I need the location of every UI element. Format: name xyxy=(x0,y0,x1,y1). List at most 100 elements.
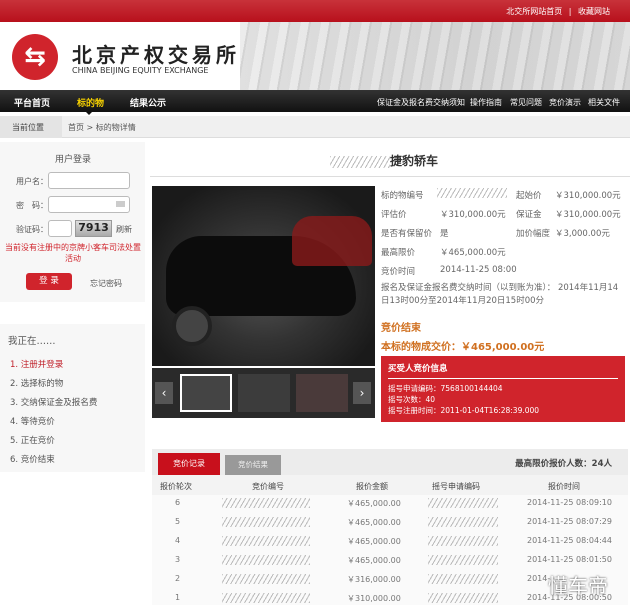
round-cell: 5 xyxy=(175,517,181,526)
refresh-captcha-link[interactable]: 刷新 xyxy=(116,224,132,235)
round-cell: 1 xyxy=(175,593,181,602)
winner-info-box: 买受人竞价信息 摇号申请编码：7568100144404 摇号次数：40 摇号注… xyxy=(381,356,625,422)
round-cell: 2 xyxy=(175,574,181,583)
amount-cell: ￥310,000.00 xyxy=(347,594,401,603)
breadcrumb-path[interactable]: 首页 > 标的物详情 xyxy=(68,122,136,133)
final-price: 本标的物成交价：￥465,000.00元 xyxy=(381,342,545,353)
redacted-cell xyxy=(222,498,310,508)
winner-registered: 摇号注册时间：2011-01-04T16:28:39.000 xyxy=(388,406,540,415)
increment-value: ￥3,000.00元 xyxy=(555,229,610,239)
bookmark-link[interactable]: 收藏网站 xyxy=(578,7,610,16)
notice-text: 当前没有注册中的京牌小客车司法处置活动 xyxy=(5,243,141,263)
round-cell: 6 xyxy=(175,498,181,507)
exchange-home-link[interactable]: 北交所网站首页 xyxy=(506,7,562,16)
tab-bid-results[interactable]: 竞价结果 xyxy=(225,455,281,475)
nav-faq[interactable]: 常见问题 xyxy=(510,97,542,108)
tab-bid-records[interactable]: 竞价记录 xyxy=(158,453,220,475)
watermark: 懂车帝 xyxy=(548,574,608,598)
redacted-cell xyxy=(428,574,498,584)
deposit-label: 保证金 xyxy=(516,210,542,220)
redacted-cell xyxy=(428,536,498,546)
captcha-input[interactable] xyxy=(48,220,72,237)
red-car xyxy=(292,216,372,266)
password-label: 密 码： xyxy=(16,201,48,210)
breadcrumb: 当前位置 首页 > 标的物详情 xyxy=(0,116,630,138)
nav-items[interactable]: 标的物 xyxy=(77,96,104,109)
step-1: 1. 注册并登录 xyxy=(10,360,64,370)
reserve-value: 是 xyxy=(440,229,449,239)
forgot-password-link[interactable]: 忘记密码 xyxy=(90,278,122,289)
winner-title: 买受人竞价信息 xyxy=(388,362,618,379)
amount-cell: ￥465,000.00 xyxy=(347,556,401,565)
round-cell: 3 xyxy=(175,555,181,564)
time-cell: 2014-11-25 08:09:10 xyxy=(527,498,612,507)
captcha-label: 验证码： xyxy=(16,225,48,234)
step-3: 3. 交纳保证金及报名费 xyxy=(10,398,98,408)
divider xyxy=(150,176,630,177)
car-photo[interactable] xyxy=(152,186,375,366)
username-input[interactable] xyxy=(48,172,130,189)
prev-arrow-icon[interactable]: ‹ xyxy=(155,382,173,404)
progress-steps: 我正在…… 1. 注册并登录 2. 选择标的物 3. 交纳保证金及报名费 4. … xyxy=(0,324,145,472)
col-round: 报价轮次 xyxy=(160,482,192,491)
col-amount: 报价金额 xyxy=(356,482,388,491)
captcha-image: 7913 xyxy=(75,220,112,237)
col-time: 报价时间 xyxy=(548,482,580,491)
nav-guide[interactable]: 操作指南 xyxy=(470,97,502,108)
logo-icon: ⇆ xyxy=(12,34,58,80)
nav-docs[interactable]: 相关文件 xyxy=(588,97,620,108)
round-cell: 4 xyxy=(175,536,181,545)
time-label: 竞价时间 xyxy=(381,267,416,277)
redacted-cell xyxy=(428,517,498,527)
time-cell: 2014-11-25 08:01:50 xyxy=(527,555,612,564)
redacted-cell xyxy=(222,555,310,565)
records-tabbar: 竞价记录 竞价结果 最高限价报价人数：24人 xyxy=(152,449,628,475)
time-cell: 2014-11-25 08:04:44 xyxy=(527,536,612,545)
item-code-redacted xyxy=(437,188,507,198)
redacted-cell xyxy=(428,498,498,508)
increment-label: 加价幅度 xyxy=(516,229,551,239)
next-arrow-icon[interactable]: › xyxy=(353,382,371,404)
nav-results[interactable]: 结果公示 xyxy=(130,96,166,109)
thumbnail-1[interactable] xyxy=(180,374,232,412)
trading-hall-photo xyxy=(240,22,630,90)
main-nav: 平台首页 标的物 结果公示 保证金及报名费交纳须知 操作指南 常见问题 竞价演示… xyxy=(0,90,630,112)
deposit-value: ￥310,000.00元 xyxy=(555,210,621,220)
password-input[interactable] xyxy=(48,196,130,213)
time-cell: 2014- xyxy=(527,574,551,583)
step-6: 6. 竞价结束 xyxy=(10,455,55,465)
amount-cell: ￥465,000.00 xyxy=(347,518,401,527)
redacted-cell xyxy=(222,574,310,584)
winner-code: 摇号申请编码：7568100144404 xyxy=(388,384,503,393)
breadcrumb-label: 当前位置 xyxy=(0,116,62,138)
step-2: 2. 选择标的物 xyxy=(10,379,64,389)
redacted-text xyxy=(330,155,390,168)
step-5: 5. 正在竞价 xyxy=(10,436,55,446)
col-lottery-code: 摇号申请编码 xyxy=(432,482,480,491)
separator: | xyxy=(568,7,572,16)
amount-cell: ￥465,000.00 xyxy=(347,499,401,508)
time-cell: 2014-11-25 08:07:29 xyxy=(527,517,612,526)
nav-deposit-notice[interactable]: 保证金及报名费交纳须知 xyxy=(377,97,465,108)
winner-count: 摇号次数：40 xyxy=(388,395,436,404)
thumbnail-3[interactable] xyxy=(296,374,348,412)
steps-title: 我正在…… xyxy=(8,336,56,347)
auction-status: 竞价结束 xyxy=(381,323,421,334)
time-value: 2014-11-25 08:00 xyxy=(440,265,517,275)
thumbnail-2[interactable] xyxy=(238,374,290,412)
start-value: ￥310,000.00元 xyxy=(555,191,621,201)
nav-home[interactable]: 平台首页 xyxy=(14,96,50,109)
eval-value: ￥310,000.00元 xyxy=(440,210,506,220)
eval-label: 评估价 xyxy=(381,210,407,220)
amount-cell: ￥465,000.00 xyxy=(347,537,401,546)
keyboard-icon[interactable] xyxy=(116,201,125,207)
item-title-text: 捷豹轿车 xyxy=(390,154,439,168)
item-title: 捷豹轿车 xyxy=(330,152,438,169)
header: ⇆ 北京产权交易所 CHINA BEIJING EQUITY EXCHANGE xyxy=(0,22,630,90)
code-label: 标的物编号 xyxy=(381,191,424,201)
login-button[interactable]: 登 录 xyxy=(26,273,72,290)
nav-demo[interactable]: 竞价演示 xyxy=(549,97,581,108)
max-label: 最高限价 xyxy=(381,248,416,258)
amount-cell: ￥316,000.00 xyxy=(347,575,401,584)
login-title: 用户登录 xyxy=(55,155,92,165)
